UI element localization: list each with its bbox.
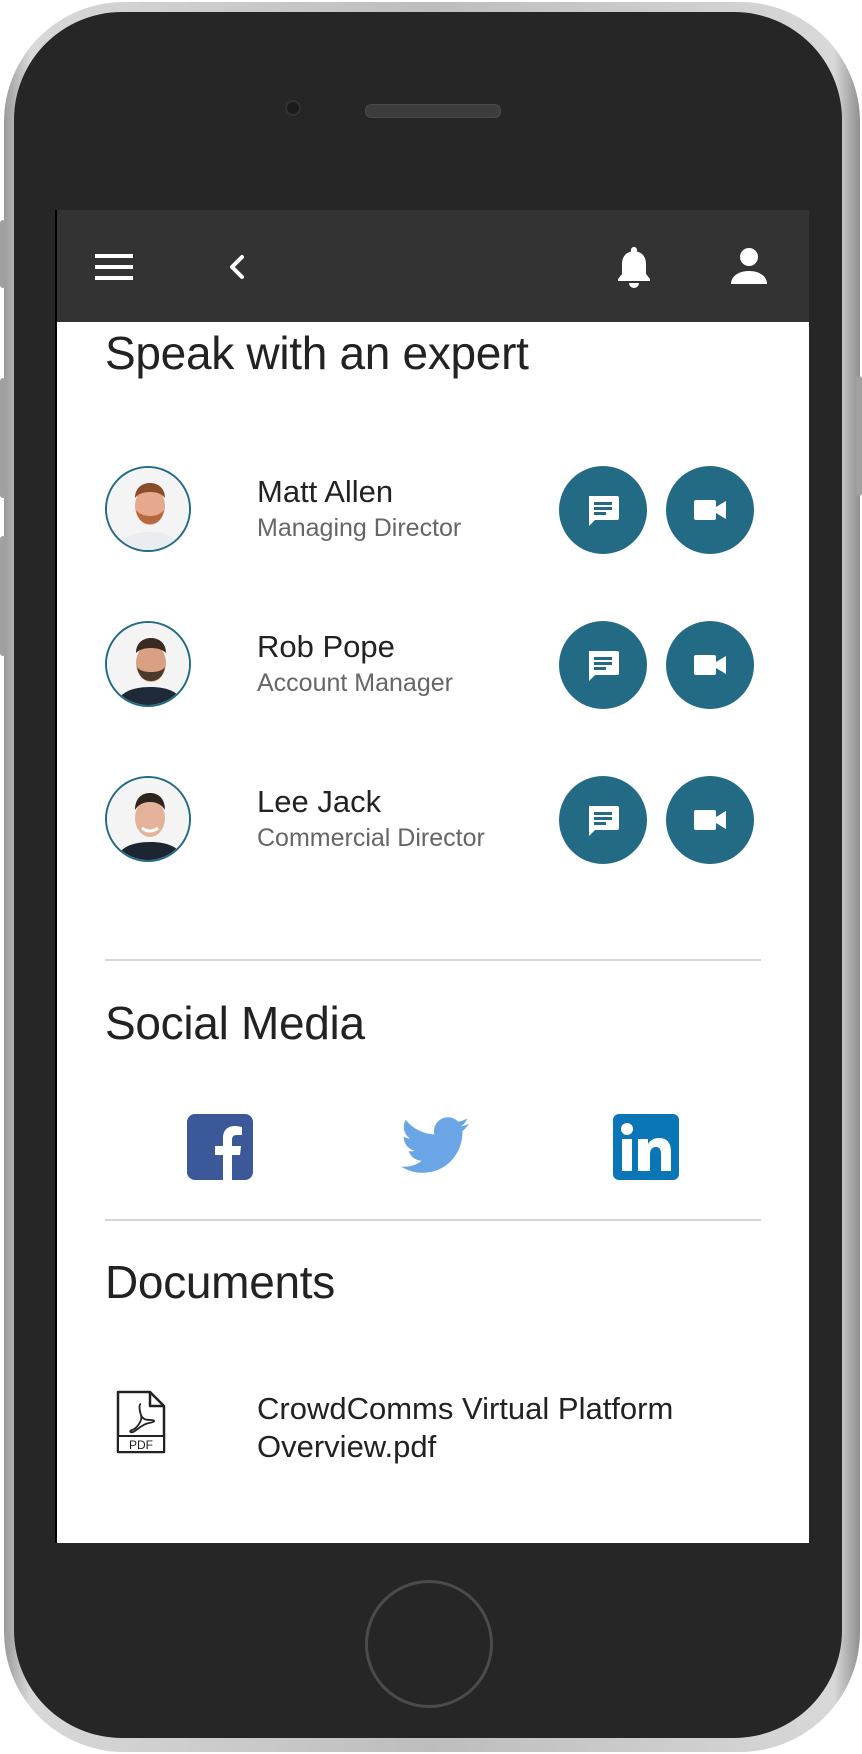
chat-button[interactable] (559, 776, 647, 864)
volume-up-button (0, 378, 6, 498)
app-screen: Speak with an expert Matt Allen Managing… (55, 210, 809, 1543)
chat-icon (589, 806, 619, 836)
avatar (105, 621, 191, 707)
video-camera-icon (694, 500, 726, 520)
top-navigation-bar (57, 210, 809, 322)
expert-name: Matt Allen (257, 474, 394, 509)
home-button[interactable] (365, 1580, 493, 1708)
video-call-button[interactable] (666, 776, 754, 864)
avatar (105, 466, 191, 552)
document-name: CrowdComms Virtual Platform Overview.pdf (257, 1391, 674, 1464)
bell-icon[interactable] (612, 243, 656, 291)
hamburger-menu-icon[interactable] (95, 248, 133, 286)
avatar (105, 776, 191, 862)
expert-row: Lee Jack Commercial Director (57, 776, 809, 868)
expert-row: Matt Allen Managing Director (57, 466, 809, 558)
section-divider (105, 959, 761, 961)
video-call-button[interactable] (666, 466, 754, 554)
linkedin-icon[interactable] (613, 1114, 679, 1180)
video-camera-icon (694, 655, 726, 675)
experts-section-title: Speak with an expert (105, 327, 529, 379)
video-camera-icon (694, 810, 726, 830)
mute-switch (0, 220, 6, 288)
pdf-file-icon: PDF (115, 1390, 167, 1454)
chat-icon (589, 496, 619, 526)
social-section-title: Social Media (105, 997, 365, 1049)
front-camera (285, 100, 301, 116)
twitter-icon[interactable] (401, 1114, 471, 1180)
video-call-button[interactable] (666, 621, 754, 709)
chat-icon (589, 651, 619, 681)
expert-role: Commercial Director (257, 824, 485, 852)
svg-text:PDF: PDF (129, 1438, 153, 1452)
chevron-left-icon[interactable] (222, 248, 252, 286)
expert-name: Rob Pope (257, 629, 395, 664)
user-icon[interactable] (727, 243, 771, 289)
power-button (856, 376, 862, 496)
facebook-icon[interactable] (187, 1114, 253, 1180)
expert-name: Lee Jack (257, 784, 382, 819)
expert-role: Account Manager (257, 669, 453, 697)
document-item[interactable]: PDF CrowdComms Virtual Platform Overview… (57, 1390, 809, 1490)
earpiece-speaker (365, 104, 501, 118)
volume-down-button (0, 536, 6, 656)
chat-button[interactable] (559, 621, 647, 709)
chat-button[interactable] (559, 466, 647, 554)
section-divider (105, 1219, 761, 1221)
expert-role: Managing Director (257, 514, 462, 542)
expert-row: Rob Pope Account Manager (57, 621, 809, 713)
documents-section-title: Documents (105, 1256, 335, 1308)
